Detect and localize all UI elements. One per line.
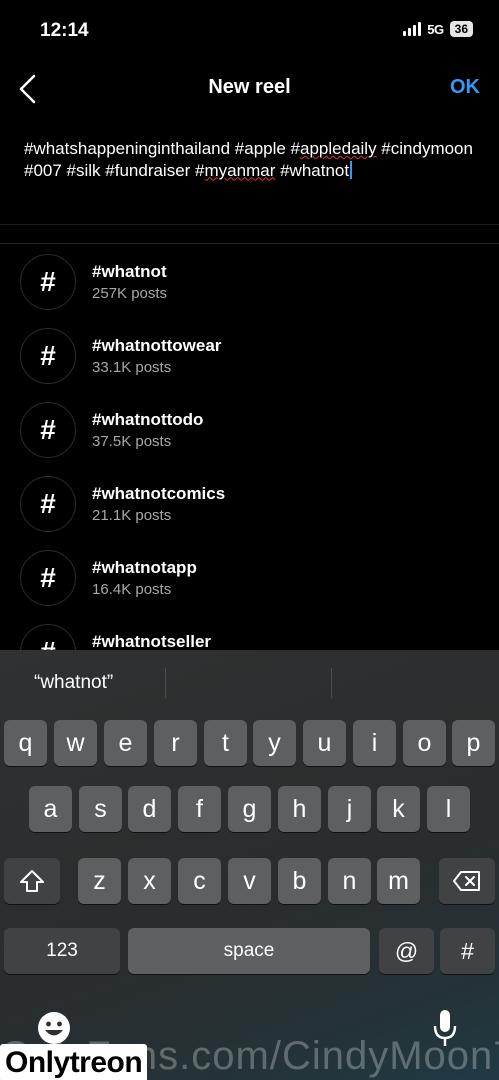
network-label: 5G xyxy=(427,21,444,37)
hashtag-icon: # xyxy=(20,476,76,532)
backspace-key[interactable] xyxy=(439,858,495,904)
prediction-suggestion[interactable]: “whatnot” xyxy=(34,672,113,694)
key-w[interactable]: w xyxy=(54,720,97,766)
hashtag-name: #whatnot xyxy=(92,262,167,281)
hashtag-suggestion[interactable]: # #whatnotapp 16.4K posts xyxy=(0,546,499,620)
misspelled-word[interactable]: appledaily xyxy=(300,139,377,158)
hashtag-post-count: 16.4K posts xyxy=(92,581,172,598)
caption-text: #whatnot xyxy=(275,160,350,180)
hashtag-post-count: 37.5K posts xyxy=(92,433,172,450)
key-u[interactable]: u xyxy=(303,720,346,766)
hashtag-icon: # xyxy=(20,254,76,310)
key-g[interactable]: g xyxy=(228,786,271,832)
hashtag-icon: # xyxy=(20,624,76,650)
status-time: 12:14 xyxy=(40,20,89,41)
key-h[interactable]: h xyxy=(278,786,321,832)
hashtag-name: #whatnottodo xyxy=(92,410,204,429)
watermark: OnlyFans.com/CindyMoon7 Onlytreon xyxy=(0,1028,499,1080)
hashtag-icon: # xyxy=(20,328,76,384)
key-n[interactable]: n xyxy=(328,858,371,904)
hashtag-suggestion[interactable]: # #whatnottowear 33.1K posts xyxy=(0,324,499,398)
keyboard: “whatnot” q w e r t y u i o p a s d f g … xyxy=(0,650,499,1080)
key-k[interactable]: k xyxy=(377,786,420,832)
status-bar: 12:14 5G 36 xyxy=(0,0,499,62)
hashtag-name: #whatnottowear xyxy=(92,336,222,355)
status-icons: 5G 36 xyxy=(403,21,473,37)
hashtag-icon: # xyxy=(20,550,76,606)
key-q[interactable]: q xyxy=(4,720,47,766)
shift-icon xyxy=(20,870,44,892)
caption-text: #whatshappeninginthailand #apple # xyxy=(24,139,301,158)
shift-key[interactable] xyxy=(4,858,60,904)
hashtag-name: #whatnotseller xyxy=(92,632,212,650)
key-r[interactable]: r xyxy=(154,720,197,766)
hashtag-name: #whatnotapp xyxy=(92,558,197,577)
key-e[interactable]: e xyxy=(104,720,147,766)
key-x[interactable]: x xyxy=(128,858,171,904)
battery-icon: 36 xyxy=(449,21,473,37)
signal-icon xyxy=(403,22,422,36)
space-key[interactable]: space xyxy=(128,928,370,974)
key-z[interactable]: z xyxy=(78,858,121,904)
divider xyxy=(165,668,166,698)
predictive-bar: “whatnot” xyxy=(0,650,499,716)
divider xyxy=(0,243,499,244)
hashtag-post-count: 33.1K posts xyxy=(92,359,172,376)
hashtag-icon: # xyxy=(20,402,76,458)
watermark-logo-text: Only xyxy=(5,1046,70,1079)
key-i[interactable]: i xyxy=(353,720,396,766)
key-p[interactable]: p xyxy=(452,720,495,766)
hash-key[interactable]: # xyxy=(440,928,495,974)
hashtag-name: #whatnotcomics xyxy=(92,484,226,503)
watermark-logo: Onlytreon xyxy=(0,1044,148,1080)
text-cursor xyxy=(350,160,353,179)
key-m[interactable]: m xyxy=(377,858,420,904)
key-s[interactable]: s xyxy=(79,786,122,832)
key-j[interactable]: j xyxy=(328,786,371,832)
key-y[interactable]: y xyxy=(253,720,296,766)
key-o[interactable]: o xyxy=(403,720,446,766)
hashtag-suggestion[interactable]: # #whatnot 257K posts xyxy=(0,250,499,324)
divider xyxy=(0,224,499,225)
hashtag-suggestion[interactable]: # #whatnotcomics 21.1K posts xyxy=(0,472,499,546)
hashtag-post-count: 21.1K posts xyxy=(92,507,172,524)
divider xyxy=(331,668,332,698)
key-l[interactable]: l xyxy=(427,786,470,832)
backspace-icon xyxy=(453,871,480,891)
header: New reel OK xyxy=(0,62,499,116)
key-v[interactable]: v xyxy=(228,858,271,904)
key-b[interactable]: b xyxy=(278,858,321,904)
key-a[interactable]: a xyxy=(29,786,72,832)
hashtag-suggestion[interactable]: # #whatnottodo 37.5K posts xyxy=(0,398,499,472)
at-key[interactable]: @ xyxy=(379,928,434,974)
misspelled-word[interactable]: myanmar xyxy=(205,161,276,180)
key-t[interactable]: t xyxy=(204,720,247,766)
key-d[interactable]: d xyxy=(128,786,171,832)
ok-button[interactable]: OK xyxy=(450,76,480,99)
hashtag-suggestions-list: # #whatnot 257K posts # #whatnottowear 3… xyxy=(0,250,499,650)
key-f[interactable]: f xyxy=(178,786,221,832)
key-c[interactable]: c xyxy=(178,858,221,904)
numbers-key[interactable]: 123 xyxy=(4,928,120,974)
caption-input[interactable]: #whatshappeninginthailand #apple #appled… xyxy=(24,138,484,181)
hashtag-post-count: 257K posts xyxy=(92,285,168,302)
hashtag-suggestion[interactable]: # #whatnotseller xyxy=(0,620,499,650)
watermark-logo-text: treon xyxy=(69,1046,143,1079)
page-title: New reel xyxy=(208,76,291,98)
